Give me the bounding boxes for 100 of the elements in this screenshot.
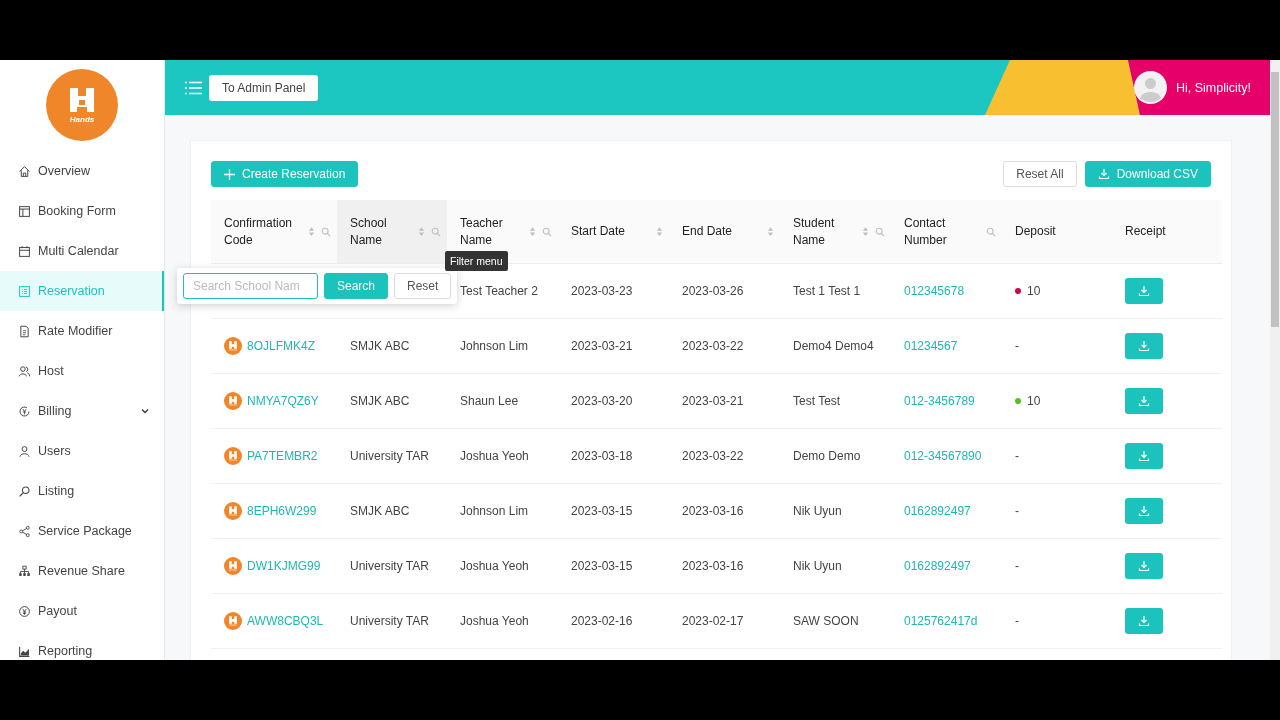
school-name: University TAR	[350, 614, 429, 628]
menu-icon[interactable]	[185, 80, 202, 95]
download-receipt-button[interactable]	[1125, 608, 1163, 634]
contact-number-link[interactable]: 012-34567890	[904, 449, 982, 463]
reset-button[interactable]: Reset	[394, 273, 452, 299]
sidebar-item[interactable]: Payout	[0, 591, 164, 631]
brand-badge-icon	[224, 612, 242, 630]
download-receipt-button[interactable]	[1125, 443, 1163, 469]
search-icon[interactable]	[542, 226, 552, 237]
brand-badge-icon	[224, 392, 242, 410]
search-icon[interactable]	[321, 226, 331, 237]
deposit-amount: -	[1015, 339, 1019, 353]
currency-icon	[18, 404, 31, 418]
search-icon[interactable]	[431, 226, 441, 237]
deposit-amount: -	[1015, 614, 1019, 628]
confirmation-code-link[interactable]: 8OJLFMK4Z	[247, 339, 315, 353]
download-icon	[1138, 450, 1150, 462]
layout-icon	[18, 204, 31, 218]
contact-number-link[interactable]: 0162892497	[904, 504, 971, 518]
sidebar-item[interactable]: Host	[0, 351, 164, 391]
download-icon	[1138, 395, 1150, 407]
column-header: Start Date	[571, 223, 627, 240]
confirmation-code-link[interactable]: NMYA7QZ6Y	[247, 394, 319, 408]
deposit-amount: -	[1015, 504, 1019, 518]
school-name: University TAR	[350, 449, 429, 463]
download-receipt-button[interactable]	[1125, 388, 1163, 414]
sort-icon[interactable]	[656, 226, 663, 237]
end-date: 2023-03-16	[682, 559, 744, 573]
sort-icon[interactable]	[529, 226, 536, 237]
school-name: SMJK ABC	[350, 504, 410, 518]
search-icon[interactable]	[986, 226, 996, 237]
end-date: 2023-02-17	[682, 614, 744, 628]
search-field[interactable]: Search School Nam	[183, 273, 318, 299]
download-icon	[1097, 168, 1110, 180]
tooltip: Filter menu	[445, 251, 508, 271]
sidebar-item[interactable]: Multi Calendar	[0, 231, 164, 271]
sidebar-item[interactable]: Booking Form	[0, 191, 164, 231]
school-name: SMJK ABC	[350, 339, 410, 353]
download-receipt-button[interactable]	[1125, 333, 1163, 359]
deposit-amount: 10	[1027, 394, 1041, 408]
start-date: 2023-03-21	[571, 339, 633, 353]
teacher-name: Joshua Yeoh	[460, 449, 529, 463]
sidebar-item[interactable]: Reservation	[0, 271, 164, 311]
admin-panel-button[interactable]: To Admin Panel	[209, 74, 319, 101]
column-header: Teacher Name	[460, 214, 504, 249]
confirmation-code-link[interactable]: 8EPH6W299	[247, 504, 317, 518]
sidebar-item[interactable]: Users	[0, 431, 164, 471]
search-button[interactable]: Search	[324, 273, 389, 299]
download-receipt-button[interactable]	[1125, 498, 1163, 524]
document-icon	[18, 324, 31, 338]
user-greeting[interactable]: Hi, Simplicity!	[1176, 80, 1251, 95]
brand-badge-icon	[224, 502, 242, 520]
column-header: Deposit	[1015, 223, 1057, 240]
end-date: 2023-03-22	[682, 449, 744, 463]
contact-number-link[interactable]: 0162892497	[904, 559, 971, 573]
end-date: 2023-03-22	[682, 339, 744, 353]
download-receipt-button[interactable]	[1125, 278, 1163, 304]
list-icon	[18, 284, 31, 298]
sidebar-item[interactable]: Revenue Share	[0, 551, 164, 591]
student-name: SAW SOON	[793, 614, 859, 628]
avatar-icon[interactable]	[1134, 71, 1167, 104]
sort-icon[interactable]	[767, 226, 774, 237]
download-icon	[1138, 340, 1150, 352]
sidebar-item[interactable]: Listing	[0, 471, 164, 511]
teacher-name: Joshua Yeoh	[460, 614, 529, 628]
people-icon	[18, 364, 31, 378]
teacher-name: Johnson Lim	[460, 504, 529, 518]
end-date: 2023-03-16	[682, 504, 744, 518]
sidebar-item[interactable]: Reporting	[0, 631, 164, 660]
sidebar-item[interactable]: Overview	[0, 151, 164, 191]
student-name: Nik Uyun	[793, 559, 842, 573]
contact-number-link[interactable]: 012345678	[904, 284, 965, 298]
confirmation-code-link[interactable]: PA7TEMBR2	[247, 449, 318, 463]
contact-number-link[interactable]: 01234567	[904, 339, 958, 353]
search-icon[interactable]	[875, 226, 885, 237]
download-receipt-button[interactable]	[1125, 553, 1163, 579]
contact-number-link[interactable]: 012-3456789	[904, 394, 975, 408]
sort-icon[interactable]	[308, 226, 315, 237]
school-name: University TAR	[350, 559, 429, 573]
column-header: Confirmation Code	[224, 214, 294, 249]
teacher-name: Johnson Lim	[460, 339, 529, 353]
download-icon	[1138, 505, 1150, 517]
brand-badge-icon	[224, 337, 242, 355]
sidebar-item[interactable]: Service Package	[0, 511, 164, 551]
start-date: 2023-02-16	[571, 614, 633, 628]
sort-icon[interactable]	[418, 226, 425, 237]
logo-icon	[67, 86, 97, 114]
confirmation-code-link[interactable]: DW1KJMG99	[247, 559, 321, 573]
sort-icon[interactable]	[862, 226, 869, 237]
sidebar-item[interactable]: Billing	[0, 391, 164, 431]
reset-all-button[interactable]: Reset All	[1003, 161, 1077, 187]
brand-badge-icon	[224, 447, 242, 465]
confirmation-code-link[interactable]: AWW8CBQ3L	[247, 614, 324, 628]
create-reservation-button[interactable]: Create Reservation	[211, 161, 359, 187]
download-csv-button[interactable]: Download CSV	[1084, 161, 1211, 187]
user-icon	[18, 444, 31, 458]
contact-number-link[interactable]: 0125762417d	[904, 614, 978, 628]
sidebar-item[interactable]: Rate Modifier	[0, 311, 164, 351]
column-header: School Name	[350, 214, 388, 249]
scrollbar[interactable]	[1270, 60, 1280, 660]
